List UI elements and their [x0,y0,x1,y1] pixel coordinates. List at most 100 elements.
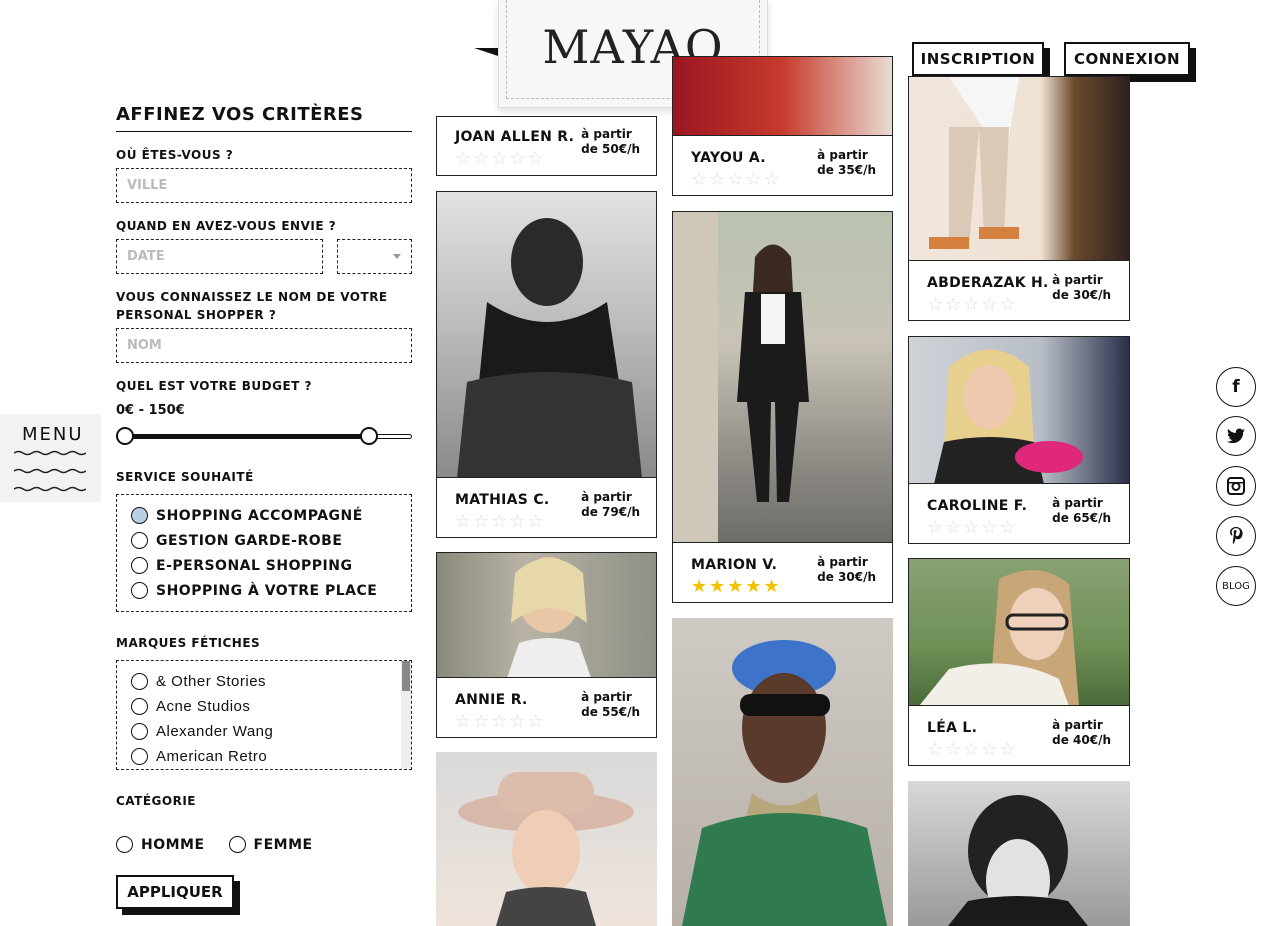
portrait-silhouette [682,640,887,926]
shopper-info: JOAN ALLEN R. à partir de 50€/h ☆☆☆☆☆ [437,117,656,175]
price-value: de 40€/h [1052,733,1111,747]
rating-stars: ☆☆☆☆☆ [455,711,546,732]
radio-icon [116,836,133,853]
price-prefix: à partir [1052,718,1103,732]
twitter-bird-icon [1227,428,1245,444]
price-prefix: à partir [581,690,632,704]
category-femme[interactable]: FEMME [228,832,313,857]
shopper-card[interactable]: ANNIE R. à partir de 55€/h ☆☆☆☆☆ [436,552,657,738]
pinterest-icon[interactable] [1216,516,1256,556]
shopper-card[interactable]: YAYOU A. à partir de 35€/h ☆☆☆☆☆ [672,56,893,196]
shopper-card[interactable]: JOAN ALLEN R. à partir de 50€/h ☆☆☆☆☆ [436,116,657,176]
radio-icon [131,532,148,549]
price-value: de 79€/h [581,505,640,519]
price-prefix: à partir [1052,273,1103,287]
shopper-info: ANNIE R. à partir de 55€/h ☆☆☆☆☆ [437,677,656,737]
portrait-silhouette [457,218,642,478]
service-option[interactable]: E-PERSONAL SHOPPING [131,553,397,578]
portrait-silhouette [929,77,1019,249]
login-button[interactable]: CONNEXION [1064,42,1190,76]
shopper-photo[interactable] [436,752,657,926]
brand-label: & Other Stories [156,673,267,690]
price-prefix: à partir [817,555,868,569]
price-prefix: à partir [817,148,868,162]
instagram-icon[interactable] [1216,466,1256,506]
shopper-photo[interactable] [908,781,1130,926]
price-prefix: à partir [581,490,632,504]
shopper-price: à partir de 55€/h [581,690,640,720]
date-placeholder: DATE [127,249,165,264]
brands-list: & Other Stories Acne Studios Alexander W… [116,660,412,770]
shopper-name: ABDERAZAK H. [927,275,1049,291]
shopper-photo [909,77,1129,261]
service-label-text: E-PERSONAL SHOPPING [156,557,353,574]
slider-max-handle[interactable] [360,427,378,445]
price-value: de 30€/h [817,570,876,584]
filters-title: AFFINEZ VOS CRITÈRES [116,100,412,132]
shopper-card[interactable]: CAROLINE F. à partir de 65€/h ☆☆☆☆☆ [908,336,1130,544]
rating-stars: ☆☆☆☆☆ [691,169,782,190]
radio-icon [131,723,148,740]
brands-label: MARQUES FÉTICHES [116,636,261,650]
brand-label: Acne Studios [156,698,251,715]
facebook-icon[interactable]: f [1216,367,1256,407]
shopper-info: LÉA L. à partir de 40€/h ☆☆☆☆☆ [909,705,1129,765]
price-value: de 35€/h [817,163,876,177]
shopper-card[interactable]: MATHIAS C. à partir de 79€/h ☆☆☆☆☆ [436,191,657,538]
rating-stars: ☆☆☆☆☆ [927,517,1018,538]
logo-ribbon [474,48,498,56]
service-option[interactable]: GESTION GARDE-ROBE [131,528,397,553]
brand-option[interactable]: & Other Stories [131,669,397,694]
shopper-info: YAYOU A. à partir de 35€/h ☆☆☆☆☆ [673,135,892,195]
city-input[interactable]: VILLE [116,168,412,203]
shopper-card[interactable]: LÉA L. à partir de 40€/h ☆☆☆☆☆ [908,558,1130,766]
portrait-silhouette [934,349,1083,484]
category-label: CATÉGORIE [116,794,196,808]
menu-button[interactable]: MENU [0,414,101,502]
shopper-photo [673,212,892,543]
rating-stars: ★★★★★ [691,576,782,597]
brand-option[interactable]: Alexander Wang [131,719,397,744]
rating-stars: ☆☆☆☆☆ [927,739,1018,760]
radio-selected-icon [131,507,148,524]
shopper-photo[interactable] [672,618,893,926]
service-option[interactable]: SHOPPING ACCOMPAGNÉ [131,503,397,528]
where-label: OÙ ÊTES-VOUS ? [116,148,234,162]
date-input[interactable]: DATE [116,239,323,274]
radio-icon [228,836,246,853]
shopper-photo [437,553,656,678]
blog-link[interactable]: BLOG [1216,566,1256,606]
slider-min-handle[interactable] [116,427,134,445]
shopper-name-input[interactable]: NOM [116,328,412,363]
time-select[interactable] [337,239,412,274]
shopper-card[interactable]: MARION V. à partir de 30€/h ★★★★★ [672,211,893,603]
service-option[interactable]: SHOPPING À VOTRE PLACE [131,578,397,603]
brand-option[interactable]: American Retro [131,744,397,769]
shopper-card[interactable]: ABDERAZAK H. à partir de 30€/h ☆☆☆☆☆ [908,76,1130,321]
category-homme[interactable]: HOMME [116,832,205,857]
wave-line-icon [14,468,86,474]
shopper-price: à partir de 65€/h [1052,496,1111,526]
shopper-name: MARION V. [691,557,778,573]
brand-label: Alexander Wang [156,723,274,740]
apply-button[interactable]: APPLIQUER [116,875,234,909]
budget-slider[interactable] [116,426,412,446]
portrait-silhouette [919,570,1079,706]
brand-option[interactable]: Acne Studios [131,694,397,719]
city-placeholder: VILLE [127,178,168,193]
wave-line-icon [14,486,86,492]
shopper-price: à partir de 30€/h [817,555,876,585]
filters-panel: AFFINEZ VOS CRITÈRES OÙ ÊTES-VOUS ? VILL… [116,100,412,909]
when-label: QUAND EN AVEZ-VOUS ENVIE ? [116,219,337,233]
budget-label: QUEL EST VOTRE BUDGET ? [116,379,312,393]
shopper-photo [909,559,1129,706]
brands-scrollbar[interactable] [401,661,411,769]
portrait-silhouette [948,795,1088,926]
portrait-silhouette [458,772,634,926]
scrollbar-thumb[interactable] [402,661,410,691]
signup-button[interactable]: INSCRIPTION [912,42,1044,76]
shopper-price: à partir de 40€/h [1052,718,1111,748]
twitter-icon[interactable] [1216,416,1256,456]
shopper-info: MATHIAS C. à partir de 79€/h ☆☆☆☆☆ [437,477,656,537]
shopper-name: YAYOU A. [691,150,766,166]
